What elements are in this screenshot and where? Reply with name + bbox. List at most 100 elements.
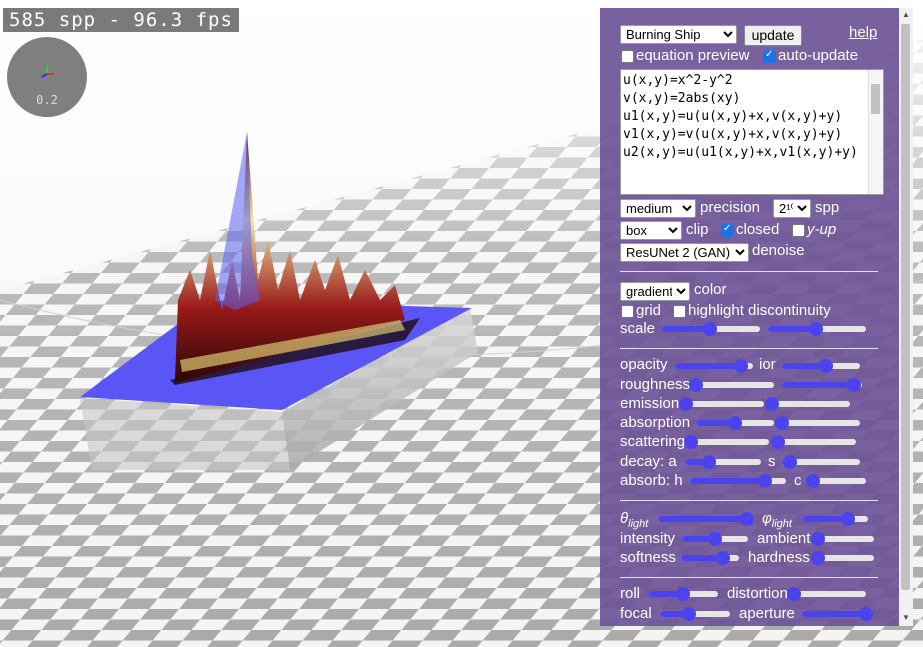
- scattering-label: scattering: [620, 433, 686, 450]
- slider-knob[interactable]: [765, 397, 779, 411]
- absorb-c-slider[interactable]: [805, 474, 866, 488]
- slider-knob[interactable]: [733, 359, 748, 373]
- precision-label: precision: [700, 199, 761, 216]
- slider-knob[interactable]: [809, 322, 824, 336]
- y-up-checkbox[interactable]: [792, 224, 805, 237]
- slider-fill: [690, 478, 765, 484]
- scroll-up-icon[interactable]: ▲: [902, 10, 910, 19]
- highlight-discontinuity-checkbox[interactable]: [673, 305, 686, 318]
- roughness-slider-a[interactable]: [689, 378, 774, 392]
- slider-knob[interactable]: [703, 322, 718, 336]
- decay-a-slider[interactable]: [685, 455, 761, 469]
- gizmo-scale-value: 0.2: [36, 93, 58, 107]
- scrollbar-thumb[interactable]: [901, 24, 910, 590]
- distortion-slider[interactable]: [787, 587, 866, 601]
- scroll-down-icon[interactable]: ▼: [902, 613, 910, 622]
- slider-knob[interactable]: [715, 551, 730, 565]
- slider-knob[interactable]: [859, 607, 873, 621]
- slider-knob[interactable]: [782, 455, 797, 469]
- focal-slider[interactable]: [660, 607, 730, 621]
- slider-knob[interactable]: [757, 474, 772, 488]
- ior-slider[interactable]: [782, 359, 860, 373]
- theta-light-label: θlight: [620, 510, 649, 530]
- equation-textarea[interactable]: u(x,y)=x^2-y^2 v(x,y)=2abs(xy) u1(x,y)=u…: [620, 69, 884, 195]
- roughness-slider-b[interactable]: [782, 378, 862, 392]
- decay-s-slider[interactable]: [782, 455, 860, 469]
- absorption-slider-a[interactable]: [696, 416, 774, 430]
- closed-label: closed: [736, 221, 780, 238]
- slider-fill: [802, 611, 866, 617]
- color-select[interactable]: gradient: [620, 282, 690, 301]
- slider-knob[interactable]: [775, 416, 789, 430]
- emission-label: emission: [620, 395, 680, 412]
- equation-preview-checkbox[interactable]: [621, 50, 634, 63]
- slider-knob[interactable]: [684, 435, 698, 449]
- emission-slider-a[interactable]: [679, 397, 764, 411]
- scattering-slider-b[interactable]: [771, 435, 856, 449]
- theta-light-slider[interactable]: [658, 512, 755, 526]
- slider-knob[interactable]: [708, 532, 722, 546]
- slider-fill: [675, 363, 741, 369]
- absorption-slider-b[interactable]: [775, 416, 860, 430]
- scale-label: scale: [620, 320, 656, 337]
- precision-select[interactable]: medium: [620, 199, 696, 218]
- opacity-label: opacity: [620, 356, 668, 373]
- auto-update-label: auto-update: [778, 47, 859, 64]
- divider: [620, 500, 878, 501]
- slider-knob[interactable]: [676, 587, 690, 601]
- hardness-label: hardness: [748, 549, 810, 566]
- divider: [620, 348, 878, 349]
- auto-update-checkbox[interactable]: [763, 49, 776, 63]
- fps-counter: 585 spp - 96.3 fps: [3, 8, 239, 32]
- spp-select[interactable]: 2¹⁰: [773, 199, 811, 218]
- slider-knob[interactable]: [847, 378, 861, 392]
- equation-scrollbar[interactable]: [868, 70, 883, 194]
- panel-scrollbar[interactable]: ▲ ▼: [899, 8, 913, 626]
- axis-gizmo[interactable]: 0.2: [7, 37, 87, 117]
- roll-slider[interactable]: [648, 587, 718, 601]
- hardness-slider[interactable]: [811, 551, 874, 565]
- distortion-label: distortion: [727, 585, 788, 602]
- help-link[interactable]: help: [849, 24, 877, 41]
- slider-knob[interactable]: [811, 551, 825, 565]
- intensity-slider[interactable]: [682, 532, 748, 546]
- clip-label: clip: [686, 221, 709, 238]
- absorb-c-label: c: [794, 472, 802, 489]
- opacity-slider[interactable]: [675, 359, 753, 373]
- scale-slider-a[interactable]: [662, 322, 760, 336]
- equation-preview-label: equation preview: [636, 47, 750, 64]
- grid-checkbox[interactable]: [621, 305, 634, 318]
- closed-checkbox[interactable]: [721, 223, 734, 237]
- slider-knob[interactable]: [689, 378, 703, 392]
- ambient-slider[interactable]: [811, 532, 874, 546]
- slider-fill: [782, 382, 854, 388]
- emission-slider-b[interactable]: [765, 397, 850, 411]
- slider-knob[interactable]: [805, 474, 820, 488]
- divider: [620, 271, 878, 272]
- scale-slider-b[interactable]: [768, 322, 866, 336]
- update-button[interactable]: update: [744, 25, 802, 46]
- aperture-slider[interactable]: [802, 607, 873, 621]
- intensity-label: intensity: [620, 530, 676, 547]
- phi-light-slider[interactable]: [802, 512, 868, 526]
- denoise-select[interactable]: ResUNet 2 (GAN): [620, 243, 749, 262]
- highlight-discontinuity-label: highlight discontinuity: [688, 302, 831, 319]
- phi-light-label: φlight: [762, 510, 792, 530]
- decay-s-label: s: [768, 453, 776, 470]
- slider-knob[interactable]: [771, 435, 785, 449]
- roll-label: roll: [620, 585, 641, 602]
- color-label: color: [694, 281, 727, 298]
- denoise-label: denoise: [752, 242, 805, 259]
- slider-knob[interactable]: [728, 416, 742, 430]
- absorb-h-slider[interactable]: [690, 474, 786, 488]
- absorption-label: absorption: [620, 414, 691, 431]
- function-select[interactable]: Burning Ship: [620, 25, 737, 44]
- scattering-slider-a[interactable]: [684, 435, 769, 449]
- divider: [620, 577, 878, 578]
- slider-knob[interactable]: [811, 532, 825, 546]
- slider-knob[interactable]: [679, 397, 693, 411]
- absorb-h-label: absorb: h: [620, 472, 683, 489]
- slider-knob[interactable]: [787, 587, 801, 601]
- softness-slider[interactable]: [681, 551, 739, 565]
- clip-select[interactable]: box: [620, 221, 682, 240]
